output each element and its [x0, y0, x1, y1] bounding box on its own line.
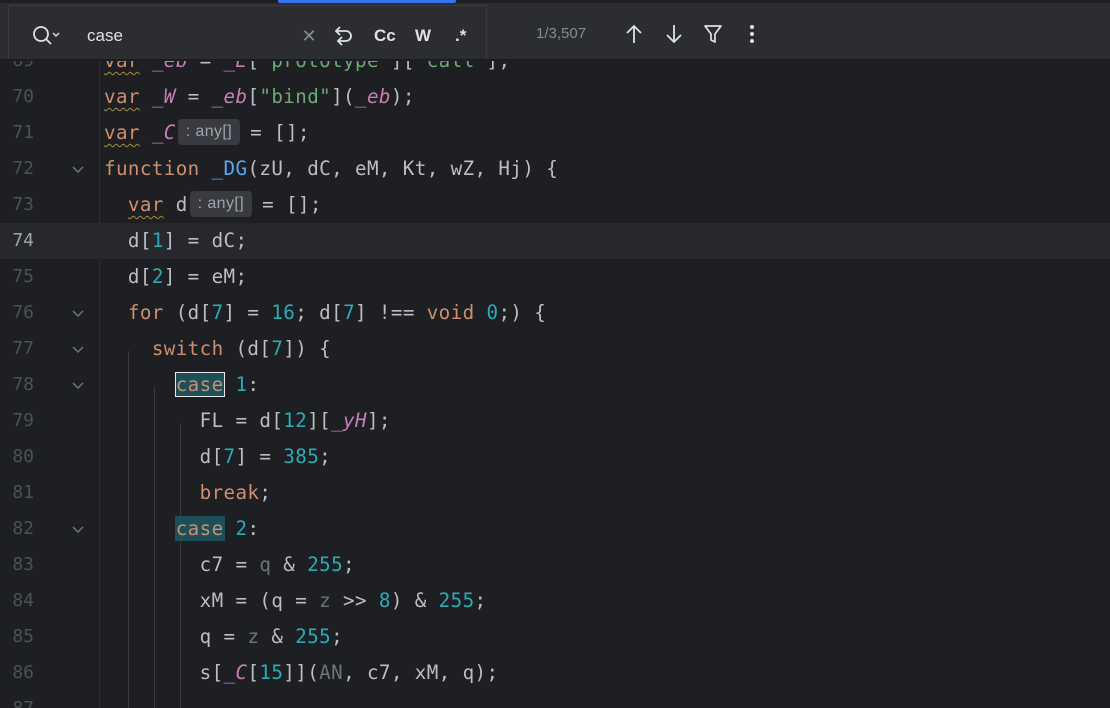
- line-number: 73: [12, 194, 34, 215]
- line-number: 76: [12, 302, 34, 323]
- type-hint: : any[]: [189, 190, 253, 217]
- code-text: xM = (q = z >> 8) & 255;: [104, 589, 487, 612]
- line-number: 82: [12, 518, 34, 539]
- line-number: 84: [12, 590, 34, 611]
- line-number: 85: [12, 626, 34, 647]
- code-line: 80 d[7] = 385;: [0, 439, 1110, 475]
- match-case-toggle[interactable]: Cc: [374, 24, 396, 48]
- code-text: case 1:: [174, 372, 260, 397]
- code-text: d[2] = eM;: [127, 265, 248, 288]
- line-number: 79: [12, 410, 34, 431]
- clear-icon[interactable]: ✕: [299, 24, 319, 48]
- line-number: 87: [0, 691, 34, 708]
- code-text: var _W = _eb["bind"](_eb);: [104, 85, 415, 108]
- filter-icon[interactable]: [701, 20, 725, 48]
- line-number: 72: [12, 158, 34, 179]
- code-text: q = z & 255;: [104, 625, 344, 648]
- search-input[interactable]: [87, 23, 287, 49]
- search-field-container: ✕ Cc W .*: [8, 5, 487, 59]
- previous-occurrence-icon[interactable]: [622, 20, 646, 48]
- code-text: FL = d[12][_yH];: [104, 409, 391, 432]
- code-line-current: 74 d[1] = dC;: [0, 223, 1110, 259]
- code-line: 84 xM = (q = z >> 8) & 255;: [0, 583, 1110, 619]
- search-match: case: [174, 516, 225, 541]
- line-number: 70: [12, 86, 34, 107]
- code-line: 86 s[_C[15]](AN, c7, xM, q);: [0, 655, 1110, 691]
- code-line: 85 q = z & 255;: [0, 619, 1110, 655]
- next-occurrence-icon[interactable]: [662, 20, 686, 48]
- code-text: function _DG(zU, dC, eM, Kt, wZ, Hj) {: [104, 157, 559, 180]
- code-text: for (d[7] = 16; d[7] !== void 0;) {: [127, 301, 547, 324]
- code-editor[interactable]: 69 var _eb = _E["prototype"]["call"]; 70…: [0, 61, 1110, 708]
- code-line: 77 switch (d[7]) {: [0, 331, 1110, 367]
- code-text: switch (d[7]) {: [151, 337, 332, 360]
- code-line: 73 var d: any[] = [];: [0, 187, 1110, 223]
- fold-chevron-icon[interactable]: [70, 377, 86, 393]
- code-text: var _eb = _E["prototype"]["call"];: [104, 61, 510, 79]
- code-line: 87: [0, 691, 1110, 708]
- line-number: 81: [12, 482, 34, 503]
- code-line: 72 function _DG(zU, dC, eM, Kt, wZ, Hj) …: [0, 151, 1110, 187]
- code-line: 83 c7 = q & 255;: [0, 547, 1110, 583]
- code-line: 82 case 2:: [0, 511, 1110, 547]
- code-text: break;: [199, 481, 272, 504]
- code-text: c7 = q & 255;: [104, 553, 355, 576]
- code-line: 75 d[2] = eM;: [0, 259, 1110, 295]
- line-number: 83: [12, 554, 34, 575]
- code-line: 79 FL = d[12][_yH];: [0, 403, 1110, 439]
- search-match-active: case: [174, 372, 225, 397]
- code-text: case 2:: [174, 516, 260, 541]
- code-line: 71 var _C: any[] = [];: [0, 115, 1110, 151]
- regex-toggle[interactable]: .*: [455, 24, 466, 48]
- fold-chevron-icon[interactable]: [70, 305, 86, 321]
- line-number: 80: [12, 446, 34, 467]
- more-options-icon[interactable]: [740, 20, 764, 48]
- line-number: 77: [12, 338, 34, 359]
- fold-chevron-icon[interactable]: [70, 341, 86, 357]
- code-text: var d: any[] = [];: [104, 187, 322, 223]
- find-toolbar: ✕ Cc W .* 1/3,507: [0, 3, 1110, 60]
- line-number: 78: [12, 374, 34, 395]
- line-number: 75: [12, 266, 34, 287]
- new-line-icon[interactable]: [329, 22, 357, 50]
- code-text: var _C: any[] = [];: [104, 115, 310, 151]
- code-text: s[_C[15]](AN, c7, xM, q);: [104, 661, 499, 684]
- search-history-icon[interactable]: [29, 21, 63, 51]
- code-text: d[1] = dC;: [127, 229, 248, 252]
- ide-window: ✕ Cc W .* 1/3,507 69 var _eb: [0, 0, 1110, 708]
- code-line: 70 var _W = _eb["bind"](_eb);: [0, 79, 1110, 115]
- line-number: 74: [12, 230, 34, 251]
- fold-chevron-icon[interactable]: [70, 161, 86, 177]
- code-line: 69 var _eb = _E["prototype"]["call"];: [0, 61, 1110, 79]
- line-number: 69: [0, 61, 34, 79]
- result-count: 1/3,507: [536, 25, 587, 42]
- code-line: 76 for (d[7] = 16; d[7] !== void 0;) {: [0, 295, 1110, 331]
- line-number: 86: [12, 662, 34, 683]
- whole-words-toggle[interactable]: W: [415, 24, 431, 48]
- line-number: 71: [12, 122, 34, 143]
- type-hint: : any[]: [177, 118, 241, 145]
- code-text: d[7] = 385;: [104, 445, 332, 468]
- code-line: 81 break;: [0, 475, 1110, 511]
- code-line: 78 case 1:: [0, 367, 1110, 403]
- fold-chevron-icon[interactable]: [70, 521, 86, 537]
